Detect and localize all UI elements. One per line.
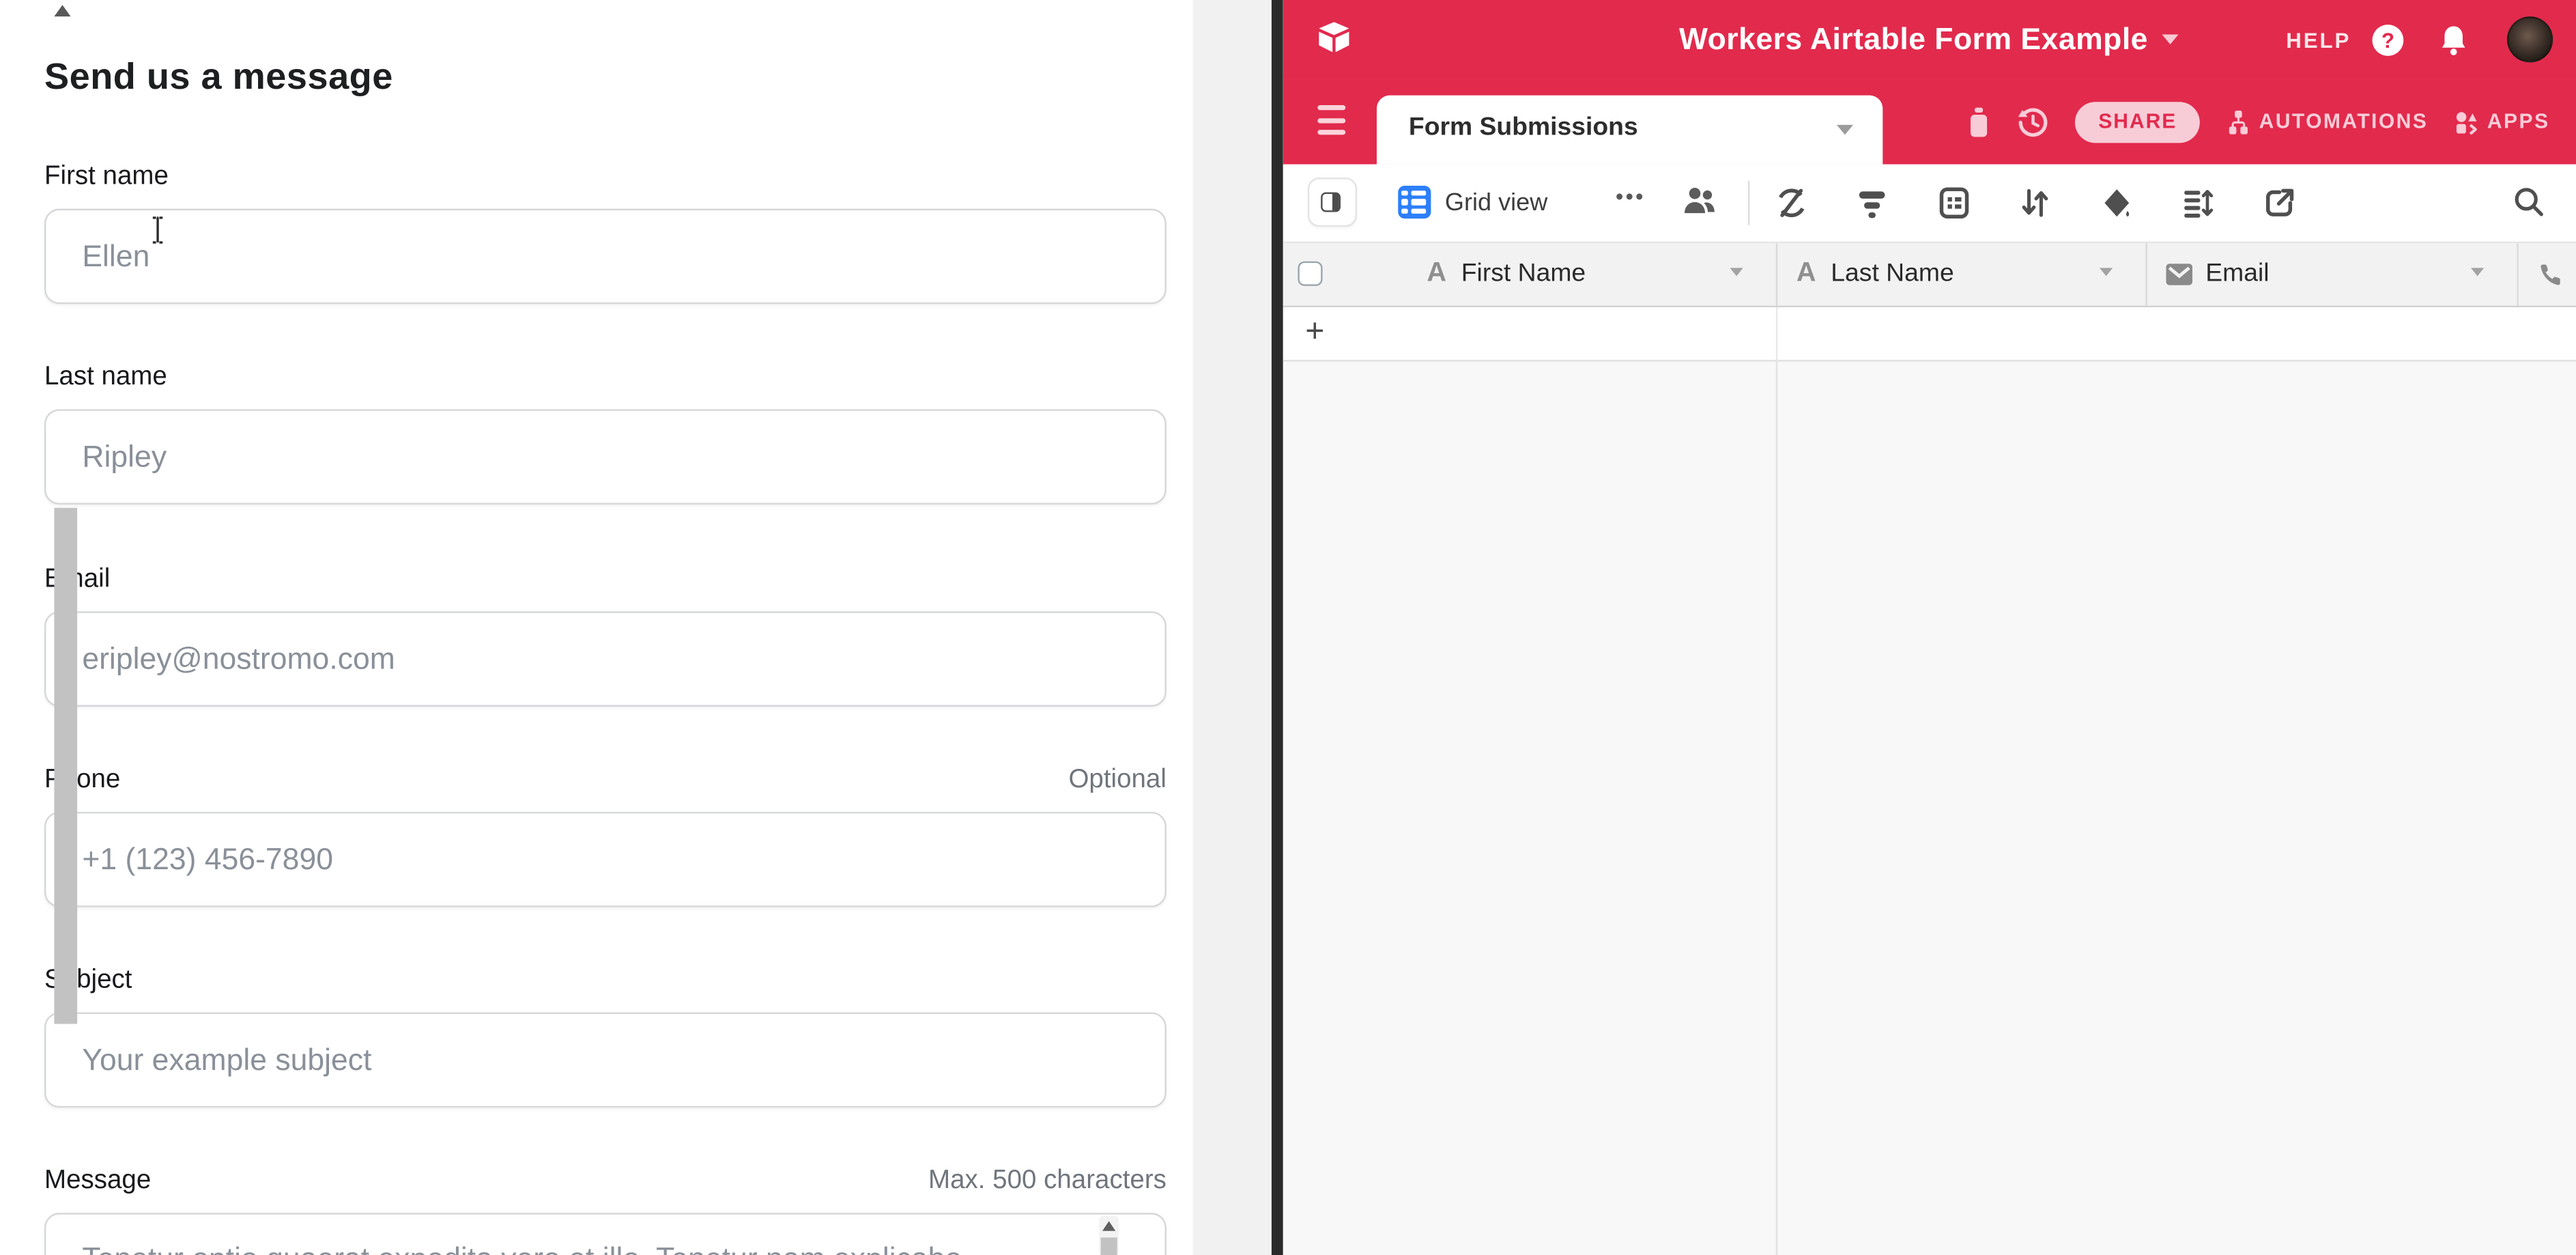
notifications-bell-icon[interactable] [2439, 24, 2467, 55]
group-icon[interactable] [1936, 185, 1971, 220]
first-name-label: First name [44, 163, 169, 192]
column-name: First Name [1461, 259, 1586, 288]
grid-view-icon [1397, 186, 1430, 218]
column-separator[interactable] [2517, 242, 2519, 305]
form-heading: Send us a message [44, 56, 393, 99]
page-scrollbar-thumb[interactable] [54, 508, 77, 1024]
message-maxchars-note: Max. 500 characters [928, 1167, 1167, 1196]
history-icon[interactable] [2018, 106, 2049, 137]
add-row-plus-icon[interactable]: + [1305, 313, 1324, 351]
column-caret-icon[interactable] [2470, 267, 2483, 275]
column-separator[interactable] [2145, 242, 2147, 305]
field-last-name: Last name [44, 363, 1167, 396]
message-label: Message [44, 1167, 151, 1196]
base-header-bar: Workers Airtable Form Example HELP ? [1283, 0, 2576, 79]
scroll-up-arrow-icon[interactable] [1102, 1221, 1115, 1230]
column-header-phone[interactable]: Phone [2537, 242, 2576, 305]
page-scroll-up-arrow-icon[interactable] [54, 5, 70, 16]
table-tab-caret-icon[interactable] [1836, 125, 1852, 135]
text-field-type-icon: A [1797, 258, 1816, 290]
airtable-pane: Workers Airtable Form Example HELP ? For… [1283, 0, 2576, 1255]
user-avatar[interactable] [2507, 16, 2553, 62]
column-caret-icon[interactable] [1729, 267, 1742, 275]
page-scrollbar-track[interactable] [1192, 0, 1272, 1255]
field-phone: Phone Optional [44, 766, 1167, 799]
email-input[interactable] [44, 611, 1167, 707]
table-tab-label: Form Submissions [1409, 113, 1638, 143]
column-header-email[interactable]: Email [2164, 242, 2269, 305]
automations-button[interactable]: AUTOMATIONS [2226, 109, 2428, 134]
toolbar-divider [1747, 181, 1749, 225]
column-name: Last Name [1831, 259, 1954, 288]
scrollbar-thumb[interactable] [1101, 1237, 1117, 1255]
email-field-type-icon [2164, 262, 2192, 285]
phone-field-type-icon [2537, 260, 2564, 287]
sort-icon[interactable] [2018, 185, 2052, 220]
view-toolbar: Grid view ••• [1283, 165, 2576, 242]
help-button[interactable]: HELP [2286, 27, 2351, 52]
trash-icon[interactable] [1967, 106, 1992, 137]
share-button[interactable]: SHARE [2076, 101, 2200, 142]
message-textarea[interactable] [44, 1213, 1167, 1255]
window-split-divider[interactable] [1272, 0, 1283, 1255]
column-header-last-name[interactable]: A Last Name [1797, 242, 1954, 305]
view-sidebar-toggle-button[interactable] [1307, 178, 1356, 227]
add-row-bar[interactable]: + [1283, 307, 2576, 361]
message-scrollbar[interactable] [1099, 1216, 1119, 1255]
column-separator[interactable] [1776, 242, 1778, 305]
grid-column-line [1776, 361, 1778, 1255]
contact-form-pane: Send us a message First name Last name E… [0, 0, 1192, 1255]
view-options-ellipsis-button[interactable]: ••• [1616, 184, 1646, 209]
grid-column-headers: A First Name A Last Name Email [1283, 242, 2576, 307]
filter-icon[interactable] [1855, 185, 1889, 220]
field-message: Message Max. 500 characters [44, 1167, 1167, 1200]
screen: Send us a message First name Last name E… [0, 0, 2576, 1255]
table-tab-form-submissions[interactable]: Form Submissions [1376, 96, 1882, 165]
first-name-input[interactable] [44, 209, 1167, 305]
search-icon[interactable] [2512, 184, 2545, 219]
base-title[interactable]: Workers Airtable Form Example [1679, 21, 2148, 57]
collaborators-icon[interactable] [1680, 184, 1717, 217]
field-subject: Subject [44, 966, 1167, 999]
apps-button[interactable]: APPS [2455, 109, 2550, 134]
phone-optional-note: Optional [1068, 766, 1166, 795]
last-name-label: Last name [44, 363, 167, 393]
sidebar-toggle-icon [1321, 191, 1341, 211]
subject-input[interactable] [44, 1013, 1167, 1108]
share-view-icon[interactable] [2261, 185, 2296, 220]
row-height-icon[interactable] [2180, 185, 2215, 220]
help-question-icon[interactable]: ? [2373, 24, 2404, 55]
hide-fields-icon[interactable] [1773, 185, 1808, 220]
sidebar-menu-icon[interactable] [1317, 105, 1345, 143]
grid-column-line [1776, 307, 1778, 361]
color-icon[interactable] [2099, 185, 2134, 220]
apps-icon [2455, 109, 2479, 134]
apps-label: APPS [2487, 110, 2550, 133]
column-name: Email [2205, 259, 2269, 288]
field-email: Email [44, 565, 1167, 598]
text-field-type-icon: A [1427, 258, 1446, 290]
select-all-checkbox[interactable] [1298, 262, 1322, 286]
grid-view-switcher[interactable]: Grid view [1397, 186, 1547, 218]
base-title-caret-icon[interactable] [2163, 35, 2179, 44]
view-name: Grid view [1445, 188, 1547, 216]
table-tabs-bar: Form Submissions SHARE [1283, 79, 2576, 165]
column-header-first-name[interactable]: A First Name [1427, 242, 1586, 305]
automations-icon [2226, 109, 2250, 134]
automations-label: AUTOMATIONS [2259, 110, 2429, 133]
field-first-name: First name [44, 163, 1167, 195]
last-name-input[interactable] [44, 409, 1167, 505]
phone-input[interactable] [44, 812, 1167, 907]
column-caret-icon[interactable] [2099, 267, 2112, 275]
